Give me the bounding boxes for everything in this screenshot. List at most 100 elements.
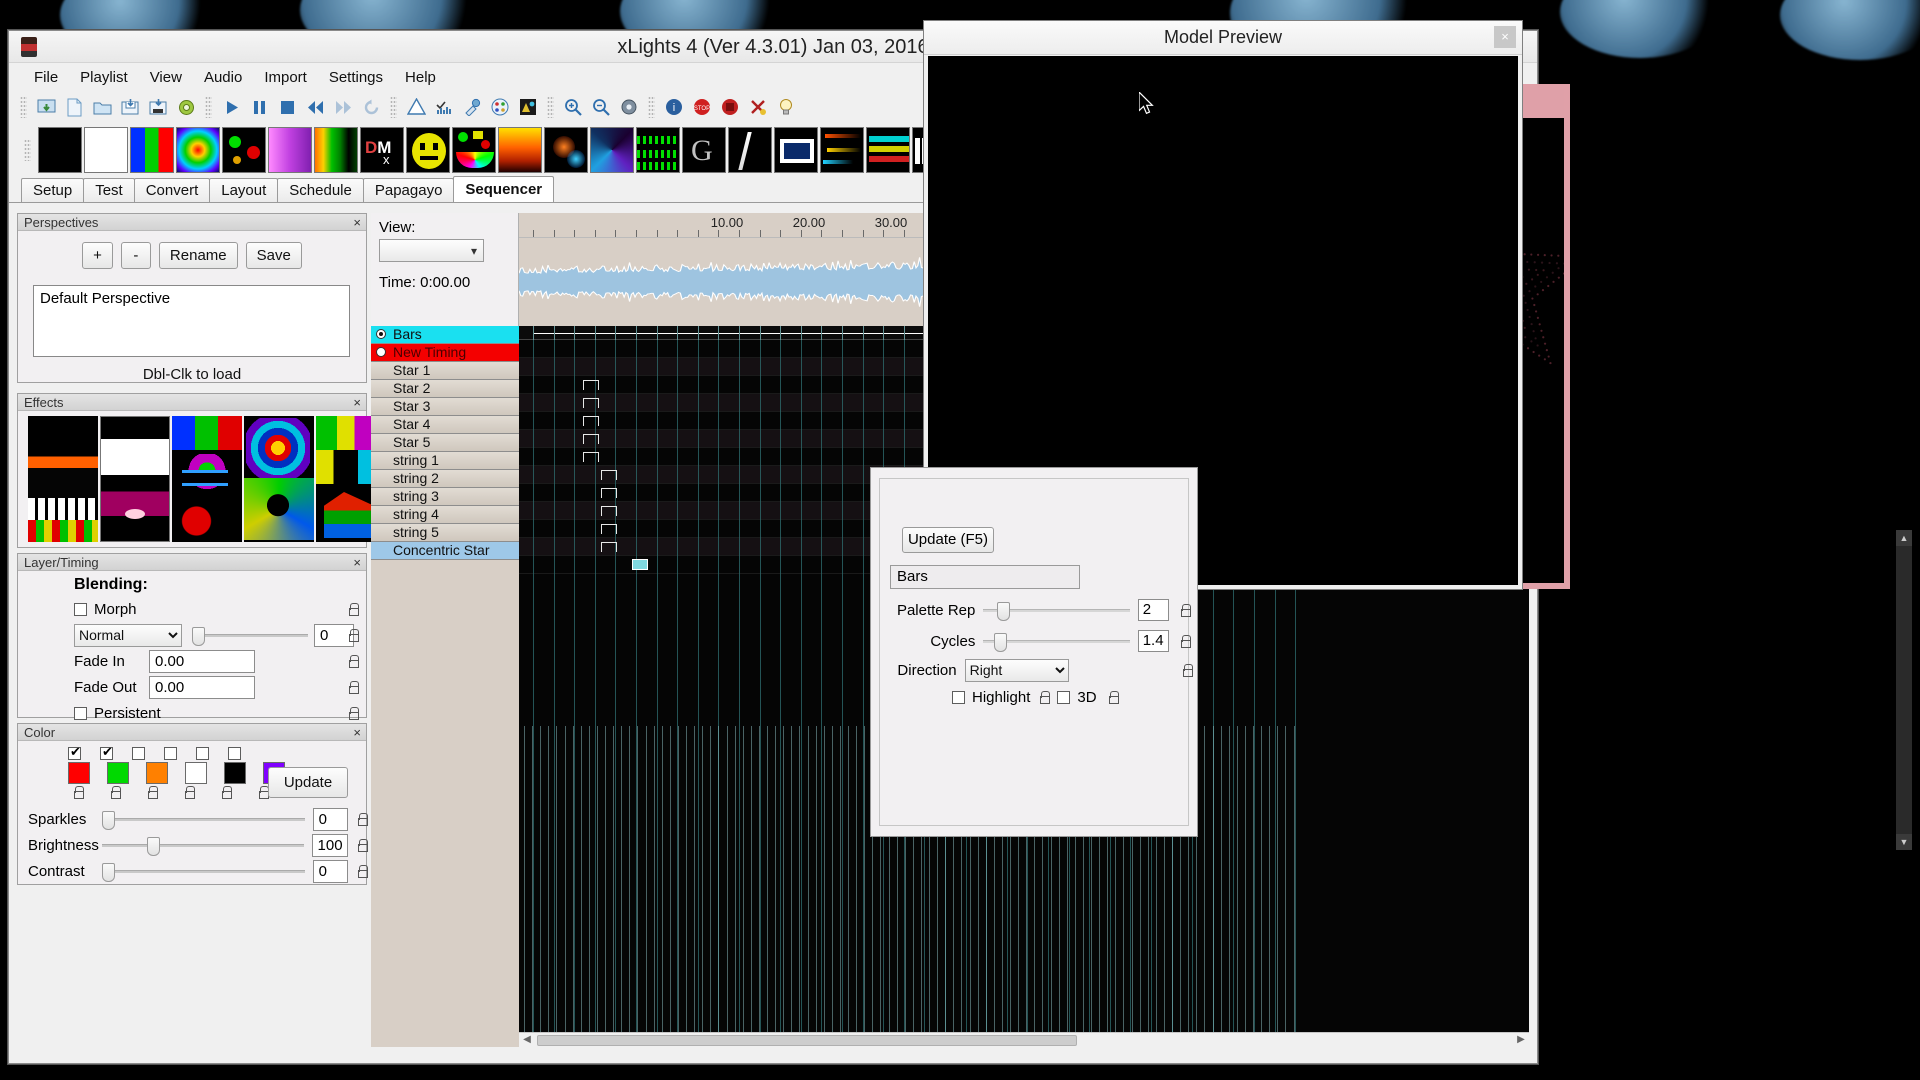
rename-perspective-button[interactable]: Rename bbox=[158, 242, 238, 269]
fast-forward-icon[interactable] bbox=[329, 94, 357, 120]
three-d-checkbox[interactable] bbox=[1057, 690, 1071, 704]
lock-icon[interactable] bbox=[1038, 691, 1051, 704]
timing-radio[interactable] bbox=[376, 347, 386, 357]
effect-thumb[interactable] bbox=[172, 416, 242, 542]
open-folder-icon[interactable] bbox=[88, 94, 116, 120]
fade-in-field[interactable]: 0.00 bbox=[149, 649, 255, 673]
menu-import[interactable]: Import bbox=[253, 66, 318, 89]
track-row-star-4[interactable]: Star 4 bbox=[371, 416, 519, 434]
view-select[interactable]: ▾ bbox=[379, 239, 484, 262]
play-icon[interactable] bbox=[217, 94, 245, 120]
effect-block[interactable] bbox=[583, 380, 599, 390]
stop-icon[interactable] bbox=[273, 94, 301, 120]
palette-icon[interactable] bbox=[486, 94, 514, 120]
color-swatch-1[interactable] bbox=[68, 762, 90, 784]
horizontal-scrollbar[interactable]: ◀ ▶ bbox=[519, 1032, 1529, 1048]
mix-slider[interactable] bbox=[192, 626, 308, 646]
info-icon[interactable]: i bbox=[660, 94, 688, 120]
cycles-slider[interactable] bbox=[983, 632, 1130, 652]
desktop-scrollbar[interactable]: ▲ ▼ bbox=[1896, 530, 1912, 850]
cycles-value[interactable]: 1.4 bbox=[1137, 630, 1169, 652]
tab-layout[interactable]: Layout bbox=[209, 178, 279, 202]
direction-select[interactable]: RightLeftUpDownExpandCompressUp and Down… bbox=[964, 658, 1069, 682]
timing-radio[interactable] bbox=[376, 329, 386, 339]
effect-swatch-dmx[interactable]: DM x bbox=[360, 127, 404, 173]
lock-icon[interactable] bbox=[1107, 691, 1119, 704]
effect-block[interactable] bbox=[583, 416, 599, 426]
lock-icon[interactable] bbox=[356, 865, 367, 878]
update-effect-button[interactable]: Update (F5) bbox=[902, 527, 994, 553]
selected-effect-block[interactable] bbox=[632, 559, 648, 570]
effect-block[interactable] bbox=[601, 470, 617, 480]
effect-block[interactable] bbox=[601, 524, 617, 534]
lock-icon[interactable] bbox=[347, 603, 359, 616]
new-document-icon[interactable] bbox=[60, 94, 88, 120]
zoom-in-icon[interactable] bbox=[559, 94, 587, 120]
tab-convert[interactable]: Convert bbox=[133, 178, 211, 202]
color-dropper-icon[interactable] bbox=[458, 94, 486, 120]
morph-checkbox[interactable] bbox=[74, 602, 87, 616]
lock-icon[interactable] bbox=[347, 681, 359, 694]
lock-icon[interactable] bbox=[356, 839, 369, 852]
toolbar-grip[interactable] bbox=[390, 96, 397, 118]
stop-output-icon[interactable]: STOP bbox=[688, 94, 716, 120]
toolbar-grip[interactable] bbox=[648, 96, 655, 118]
lock-icon[interactable] bbox=[220, 786, 232, 799]
effect-swatch-fire[interactable] bbox=[498, 127, 542, 173]
menu-playlist[interactable]: Playlist bbox=[69, 66, 139, 89]
contrast-slider[interactable] bbox=[102, 862, 305, 882]
close-icon[interactable]: × bbox=[353, 214, 361, 231]
brightness-value[interactable]: 100 bbox=[311, 833, 348, 857]
tab-schedule[interactable]: Schedule bbox=[277, 178, 364, 202]
menu-audio[interactable]: Audio bbox=[193, 66, 253, 89]
effect-swatch-marquee[interactable] bbox=[774, 127, 818, 173]
lock-icon[interactable] bbox=[347, 629, 359, 642]
color-checkbox-6[interactable] bbox=[228, 747, 241, 760]
toolbar-grip[interactable] bbox=[205, 96, 212, 118]
menu-view[interactable]: View bbox=[139, 66, 193, 89]
lock-icon[interactable] bbox=[356, 813, 367, 826]
lock-icon[interactable] bbox=[347, 655, 359, 668]
effect-name-field[interactable]: Bars bbox=[890, 565, 1080, 589]
effect-block[interactable] bbox=[583, 452, 599, 462]
effect-thumb[interactable] bbox=[28, 416, 98, 542]
effect-swatch-circles[interactable] bbox=[222, 127, 266, 173]
list-item[interactable]: Default Perspective bbox=[40, 290, 343, 307]
color-swatch-2[interactable] bbox=[107, 762, 129, 784]
color-swatch-5[interactable] bbox=[224, 762, 246, 784]
new-sequence-icon[interactable] bbox=[32, 94, 60, 120]
effect-swatch-on[interactable] bbox=[84, 127, 128, 173]
lock-icon[interactable] bbox=[72, 786, 84, 799]
track-row-new-timing[interactable]: New Timing bbox=[371, 344, 519, 362]
blend-mode-select[interactable]: NormalEffect 1Effect 21 is Mask2 is Mask… bbox=[74, 623, 182, 647]
toolbar-grip[interactable] bbox=[20, 96, 27, 118]
bulb-icon[interactable] bbox=[772, 94, 800, 120]
close-icon[interactable]: × bbox=[1494, 26, 1516, 48]
toolbar-grip[interactable] bbox=[547, 96, 554, 118]
sparkles-value[interactable]: 0 bbox=[312, 807, 348, 831]
track-row-star-3[interactable]: Star 3 bbox=[371, 398, 519, 416]
highlight-checkbox[interactable] bbox=[952, 690, 965, 704]
effect-block[interactable] bbox=[601, 506, 617, 516]
effect-block[interactable] bbox=[601, 488, 617, 498]
close-icon[interactable]: × bbox=[353, 394, 361, 411]
color-checkbox-3[interactable] bbox=[132, 747, 145, 760]
render-all-icon[interactable] bbox=[402, 94, 430, 120]
brightness-slider[interactable] bbox=[102, 836, 304, 856]
remove-perspective-button[interactable]: - bbox=[120, 242, 151, 269]
track-row-bars[interactable]: Bars bbox=[371, 326, 519, 344]
effect-block[interactable] bbox=[583, 434, 599, 444]
lock-icon[interactable] bbox=[146, 786, 158, 799]
effect-swatch-glediator[interactable]: G bbox=[682, 127, 726, 173]
track-row-string-4[interactable]: string 4 bbox=[371, 506, 519, 524]
close-icon[interactable]: × bbox=[353, 724, 361, 741]
menu-settings[interactable]: Settings bbox=[318, 66, 394, 89]
effect-swatch-meteors[interactable] bbox=[820, 127, 864, 173]
toolbar-grip[interactable] bbox=[24, 139, 31, 161]
effect-swatch-off[interactable] bbox=[38, 127, 82, 173]
lock-icon[interactable] bbox=[1181, 664, 1194, 677]
effect-swatch-colorwash[interactable] bbox=[268, 127, 312, 173]
preferences-icon[interactable] bbox=[615, 94, 643, 120]
track-row-string-5[interactable]: string 5 bbox=[371, 524, 519, 542]
scroll-thumb[interactable] bbox=[537, 1035, 1077, 1046]
